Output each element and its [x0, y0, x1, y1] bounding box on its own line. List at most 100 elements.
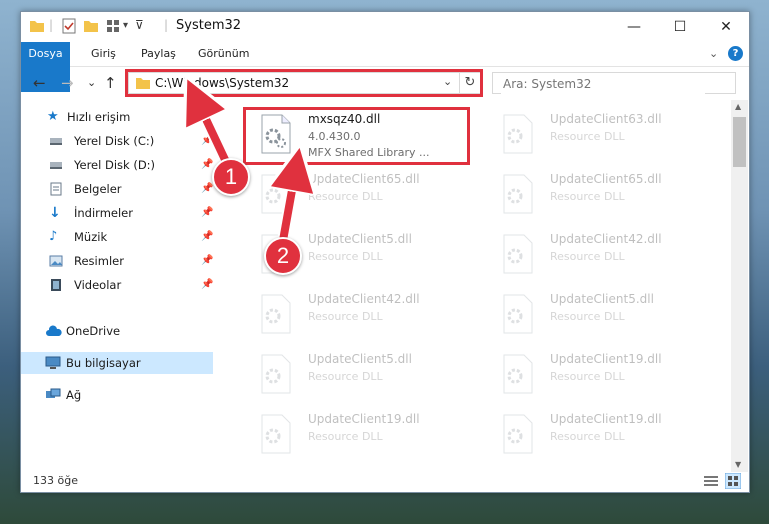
- dll-file-icon: [261, 174, 291, 214]
- dll-file-icon: [503, 114, 533, 154]
- nav-quick-access[interactable]: ★ Hızlı erişim: [21, 106, 221, 128]
- step-badge-1: 1: [212, 158, 250, 196]
- dll-file-icon: [261, 414, 291, 454]
- file-type: Resource DLL: [550, 190, 625, 203]
- dll-file-icon: [503, 234, 533, 274]
- file-name: UpdateClient65.dll: [550, 172, 662, 186]
- file-type: Resource DLL: [550, 370, 625, 383]
- network-icon: [46, 388, 61, 398]
- dll-file-icon: [261, 294, 291, 334]
- scroll-down-icon[interactable]: ▼: [735, 460, 741, 469]
- file-item[interactable]: UpdateClient42.dll Resource DLL: [254, 288, 484, 338]
- file-name: UpdateClient19.dll: [550, 412, 662, 426]
- dll-file-icon: [261, 354, 291, 394]
- file-type: Resource DLL: [308, 190, 383, 203]
- file-type: Resource DLL: [550, 310, 625, 323]
- file-item[interactable]: UpdateClient5.dll Resource DLL: [496, 288, 726, 338]
- file-item[interactable]: UpdateClient19.dll Resource DLL: [254, 408, 484, 458]
- nav-item-pictures[interactable]: Resimler 📌: [21, 250, 221, 272]
- file-item[interactable]: UpdateClient42.dll Resource DLL: [496, 228, 726, 278]
- file-name: UpdateClient5.dll: [550, 292, 654, 306]
- close-button[interactable]: ✕: [703, 12, 749, 42]
- cloud-icon: [46, 325, 62, 336]
- properties-icon[interactable]: [61, 18, 77, 34]
- pin-icon[interactable]: 📌: [201, 202, 213, 224]
- tab-share[interactable]: Paylaş: [141, 42, 176, 66]
- nav-item-documents[interactable]: Belgeler 📌: [21, 178, 221, 200]
- view-icon[interactable]: [105, 18, 121, 34]
- file-item[interactable]: UpdateClient19.dll Resource DLL: [496, 408, 726, 458]
- file-item[interactable]: UpdateClient19.dll Resource DLL: [496, 348, 726, 398]
- file-type: Resource DLL: [308, 310, 383, 323]
- nav-item-downloads[interactable]: ↓ İndirmeler 📌: [21, 202, 221, 224]
- dll-file-icon: [503, 354, 533, 394]
- file-type: Resource DLL: [308, 370, 383, 383]
- pin-icon[interactable]: 📌: [201, 274, 213, 296]
- vertical-scrollbar[interactable]: ▲ ▼: [731, 100, 748, 472]
- search-input[interactable]: [501, 74, 705, 94]
- ribbon: Dosya Giriş Paylaş Görünüm ⌄ ?: [21, 42, 749, 92]
- nav-item-videos[interactable]: Videolar 📌: [21, 274, 221, 296]
- status-bar: 133 öğe: [21, 471, 749, 492]
- window-title: System32: [176, 18, 242, 33]
- maximize-button[interactable]: ☐: [657, 12, 703, 42]
- file-item[interactable]: UpdateClient5.dll Resource DLL: [254, 348, 484, 398]
- file-type: Resource DLL: [550, 430, 625, 443]
- customize-toolbar-icon[interactable]: ⊽: [135, 18, 144, 32]
- large-icons-view-icon[interactable]: [725, 473, 741, 489]
- computer-icon: [45, 356, 61, 369]
- up-icon[interactable]: ↑: [104, 74, 117, 92]
- star-icon: ★: [47, 109, 59, 124]
- file-name: UpdateClient5.dll: [308, 232, 412, 246]
- file-name: UpdateClient19.dll: [308, 412, 420, 426]
- pin-icon[interactable]: 📌: [201, 226, 213, 248]
- drive-icon: [50, 162, 62, 169]
- file-type: Resource DLL: [550, 250, 625, 263]
- new-folder-icon[interactable]: [83, 18, 99, 34]
- nav-onedrive[interactable]: OneDrive: [21, 320, 221, 342]
- videos-icon: [51, 279, 61, 291]
- nav-network[interactable]: Ağ: [21, 384, 221, 406]
- music-note-icon: ♪: [49, 229, 58, 244]
- title-bar: | ▾ ⊽ | System32 — ☐ ✕: [21, 12, 749, 42]
- nav-this-pc[interactable]: Bu bilgisayar: [21, 352, 213, 374]
- file-name: UpdateClient5.dll: [308, 352, 412, 366]
- file-name: UpdateClient65.dll: [308, 172, 420, 186]
- download-arrow-icon: ↓: [49, 205, 61, 221]
- explorer-window: | ▾ ⊽ | System32 — ☐ ✕ Dosya Giriş Payla…: [20, 11, 750, 493]
- minimize-button[interactable]: —: [611, 12, 657, 42]
- search-box[interactable]: [492, 72, 736, 94]
- folder-icon: [30, 21, 44, 32]
- nav-item-local-disk-d[interactable]: Yerel Disk (D:) 📌: [21, 154, 221, 176]
- file-name: UpdateClient42.dll: [308, 292, 420, 306]
- scroll-up-icon[interactable]: ▲: [735, 102, 741, 111]
- navigation-pane: ★ Hızlı erişim Yerel Disk (C:) 📌 Yerel D…: [21, 100, 221, 470]
- recent-locations-icon[interactable]: ⌄: [87, 76, 96, 89]
- file-item[interactable]: UpdateClient65.dll Resource DLL: [254, 168, 484, 218]
- tab-home[interactable]: Giriş: [91, 42, 116, 66]
- file-name: UpdateClient19.dll: [550, 352, 662, 366]
- dll-file-icon: [503, 414, 533, 454]
- tab-view[interactable]: Görünüm: [198, 42, 249, 66]
- details-view-icon[interactable]: [703, 474, 719, 488]
- file-item[interactable]: UpdateClient65.dll Resource DLL: [496, 168, 726, 218]
- nav-item-music[interactable]: ♪ Müzik 📌: [21, 226, 221, 248]
- file-type: Resource DLL: [550, 130, 625, 143]
- documents-icon: [50, 182, 62, 196]
- drive-icon: [50, 138, 62, 145]
- file-type: Resource DLL: [308, 250, 383, 263]
- pin-icon[interactable]: 📌: [201, 250, 213, 272]
- pictures-icon: [49, 255, 63, 267]
- ribbon-expand-icon[interactable]: ⌄: [709, 42, 718, 66]
- nav-item-local-disk-c[interactable]: Yerel Disk (C:) 📌: [21, 130, 221, 152]
- scrollbar-thumb[interactable]: [733, 117, 746, 167]
- file-item[interactable]: UpdateClient63.dll Resource DLL: [496, 108, 726, 158]
- view-dropdown-icon[interactable]: ▾: [123, 20, 128, 31]
- forward-icon[interactable]: →: [61, 74, 74, 92]
- dll-file-icon: [503, 174, 533, 214]
- pin-icon[interactable]: 📌: [201, 130, 213, 152]
- back-icon[interactable]: ←: [33, 74, 46, 92]
- file-type: Resource DLL: [308, 430, 383, 443]
- help-icon[interactable]: ?: [728, 46, 743, 61]
- file-name: UpdateClient42.dll: [550, 232, 662, 246]
